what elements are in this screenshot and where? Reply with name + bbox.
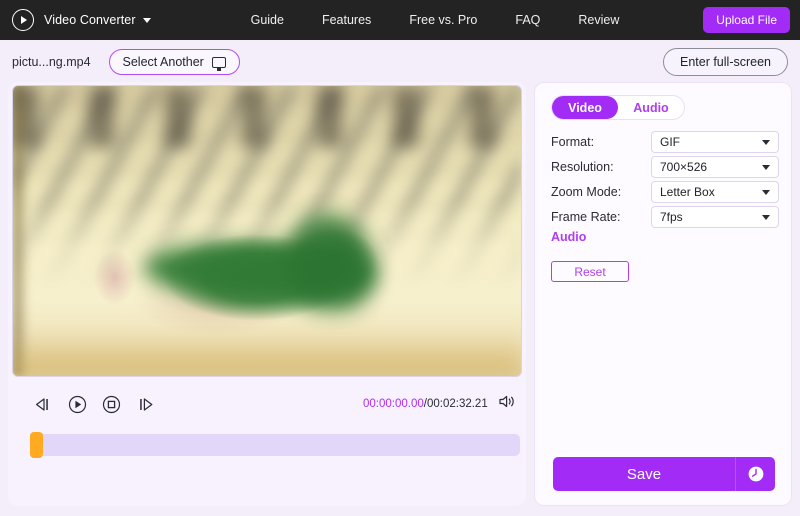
- resolution-label: Resolution:: [551, 160, 614, 174]
- tab-audio[interactable]: Audio: [618, 96, 684, 119]
- video-frame-foreground: [13, 330, 521, 376]
- current-time: 00:00:00.00: [363, 398, 424, 410]
- format-select[interactable]: GIF: [651, 131, 779, 153]
- chevron-down-icon: [762, 164, 770, 170]
- tab-video[interactable]: Video: [552, 96, 618, 119]
- frame-rate-value: 7fps: [660, 210, 683, 224]
- setting-row-zoom-mode: Zoom Mode: Letter Box: [551, 181, 779, 203]
- playback-controls: 00:00:00.00/00:02:32.21: [8, 384, 526, 424]
- video-frame-top-pattern: [13, 86, 521, 148]
- select-another-button[interactable]: Select Another: [108, 49, 240, 75]
- select-another-label: Select Another: [122, 55, 204, 69]
- play-circle-icon: [12, 9, 34, 31]
- nav-link-review[interactable]: Review: [578, 13, 619, 27]
- app-root: Video Converter Guide Features Free vs. …: [0, 0, 800, 516]
- trim-start-handle[interactable]: [30, 432, 43, 458]
- chevron-down-icon: [762, 189, 770, 195]
- upload-file-button[interactable]: Upload File: [703, 7, 790, 33]
- timeline-track[interactable]: [30, 434, 520, 456]
- save-button-group: Save: [553, 457, 775, 491]
- zoom-mode-value: Letter Box: [660, 185, 715, 199]
- file-bar: pictu...ng.mp4 Select Another Enter full…: [0, 40, 800, 84]
- setting-row-frame-rate: Frame Rate: 7fps: [551, 206, 779, 228]
- clock-icon[interactable]: [735, 457, 775, 491]
- audio-section-heading[interactable]: Audio: [551, 230, 586, 244]
- resolution-select[interactable]: 700×526: [651, 156, 779, 178]
- timeline[interactable]: [30, 432, 522, 460]
- player-panel: 00:00:00.00/00:02:32.21: [8, 82, 526, 506]
- filename-label: pictu...ng.mp4: [12, 55, 91, 69]
- settings-panel: Video Audio Format: GIF Resolution: 700×…: [534, 82, 792, 506]
- chevron-down-icon: [762, 139, 770, 145]
- video-preview[interactable]: [12, 85, 522, 377]
- stop-button[interactable]: [98, 391, 124, 417]
- previous-frame-button[interactable]: [30, 391, 56, 417]
- setting-row-resolution: Resolution: 700×526: [551, 156, 779, 178]
- play-button[interactable]: [64, 391, 90, 417]
- setting-row-format: Format: GIF: [551, 131, 779, 153]
- zoom-mode-select[interactable]: Letter Box: [651, 181, 779, 203]
- zoom-mode-label: Zoom Mode:: [551, 185, 622, 199]
- frame-rate-label: Frame Rate:: [551, 210, 621, 224]
- monitor-icon: [211, 56, 226, 71]
- timecode-display: 00:00:00.00/00:02:32.21: [363, 398, 488, 410]
- nav-link-free-vs-pro[interactable]: Free vs. Pro: [409, 13, 477, 27]
- format-label: Format:: [551, 135, 595, 149]
- speaker-icon[interactable]: [498, 394, 516, 415]
- chevron-down-icon: [762, 214, 770, 220]
- next-frame-button[interactable]: [132, 391, 158, 417]
- enter-fullscreen-button[interactable]: Enter full-screen: [662, 48, 788, 76]
- save-button[interactable]: Save: [553, 457, 735, 491]
- nav-links: Guide Features Free vs. Pro FAQ Review: [251, 13, 620, 27]
- media-type-tabs: Video Audio: [551, 95, 685, 120]
- resolution-value: 700×526: [660, 160, 708, 174]
- top-navbar: Video Converter Guide Features Free vs. …: [0, 0, 800, 40]
- nav-link-guide[interactable]: Guide: [251, 13, 284, 27]
- frame-rate-select[interactable]: 7fps: [651, 206, 779, 228]
- brand-name: Video Converter: [44, 13, 136, 27]
- chevron-down-icon[interactable]: [142, 17, 151, 23]
- nav-link-features[interactable]: Features: [322, 13, 371, 27]
- format-value: GIF: [660, 135, 680, 149]
- nav-link-faq[interactable]: FAQ: [515, 13, 540, 27]
- total-time: 00:02:32.21: [426, 398, 488, 410]
- reset-button[interactable]: Reset: [551, 261, 629, 282]
- brand[interactable]: Video Converter: [12, 9, 151, 31]
